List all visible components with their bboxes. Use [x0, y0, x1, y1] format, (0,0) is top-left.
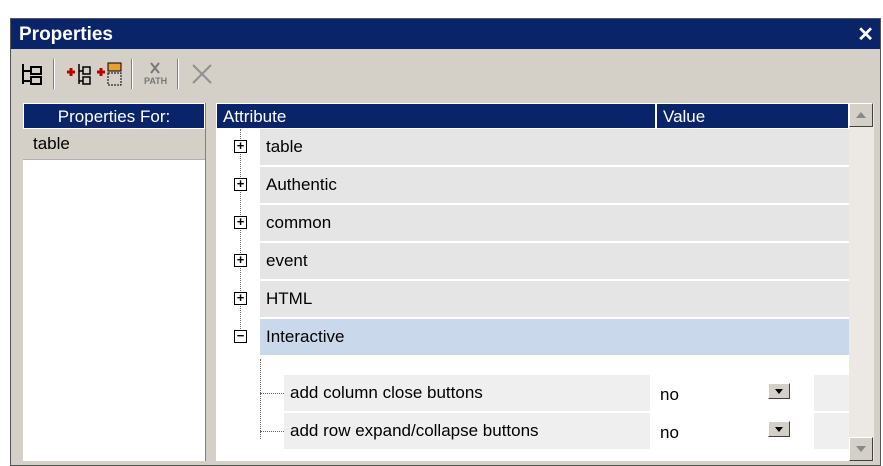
- property-row[interactable]: add column close buttons no: [284, 375, 849, 411]
- expand-icon[interactable]: +: [234, 215, 247, 229]
- tree-connector: [260, 393, 284, 394]
- group-label: Interactive: [266, 327, 345, 346]
- attribute-name: add row expand/collapse buttons: [290, 421, 539, 440]
- scroll-down-icon[interactable]: [849, 437, 873, 461]
- toolbar: PATH: [11, 49, 880, 99]
- value-column-header[interactable]: Value: [663, 107, 705, 127]
- group-row-interactive[interactable]: − Interactive: [234, 319, 849, 355]
- vertical-scrollbar[interactable]: [849, 103, 874, 461]
- group-label: HTML: [266, 289, 313, 308]
- toolbar-separator: [131, 59, 133, 89]
- group-label: event: [266, 251, 308, 270]
- svg-text:PATH: PATH: [144, 76, 167, 86]
- attribute-name: add column close buttons: [290, 383, 483, 402]
- group-row-event[interactable]: + event: [234, 243, 849, 279]
- attribute-column-header[interactable]: Attribute: [223, 107, 286, 127]
- title-bar: Properties ✕: [11, 19, 880, 49]
- tree-view-icon[interactable]: [17, 59, 47, 89]
- group-row-table[interactable]: + table: [234, 129, 849, 165]
- value-cell[interactable]: no: [654, 375, 810, 411]
- attribute-grid: Attribute Value + table + Authentic + co…: [216, 103, 849, 461]
- properties-for-header: Properties For:: [23, 103, 205, 129]
- toolbar-separator: [53, 59, 55, 89]
- row-filler: [814, 375, 849, 411]
- add-child-property-icon[interactable]: [95, 59, 125, 89]
- group-row-authentic[interactable]: + Authentic: [234, 167, 849, 203]
- properties-for-item-table[interactable]: table: [23, 129, 205, 160]
- properties-for-pane: Properties For: table: [23, 103, 206, 461]
- window-title: Properties: [19, 24, 113, 45]
- row-filler: [814, 413, 849, 449]
- scroll-up-icon[interactable]: [849, 103, 873, 127]
- column-divider[interactable]: [655, 104, 657, 128]
- properties-window: Properties ✕ PATH Properties For: table …: [10, 18, 881, 466]
- grid-header: Attribute Value: [216, 103, 849, 129]
- value-text: no: [660, 423, 679, 442]
- collapse-icon[interactable]: −: [234, 329, 247, 343]
- group-row-html[interactable]: + HTML: [234, 281, 849, 317]
- dropdown-arrow-icon[interactable]: [768, 383, 790, 399]
- value-cell[interactable]: no: [654, 413, 810, 449]
- value-text: no: [660, 385, 679, 404]
- toolbar-separator: [177, 59, 179, 89]
- close-icon[interactable]: ✕: [857, 22, 874, 47]
- expand-icon[interactable]: +: [234, 253, 247, 267]
- group-label: common: [266, 213, 332, 232]
- group-row-common[interactable]: + common: [234, 205, 849, 241]
- xpath-icon[interactable]: PATH: [141, 59, 171, 89]
- tree-connector: [260, 431, 284, 432]
- attribute-cell: add row expand/collapse buttons: [284, 413, 650, 449]
- group-label: Authentic: [266, 175, 337, 194]
- add-property-icon[interactable]: [63, 59, 93, 89]
- dropdown-arrow-icon[interactable]: [768, 421, 790, 437]
- property-row[interactable]: add row expand/collapse buttons no: [284, 413, 849, 449]
- delete-icon[interactable]: [187, 59, 217, 89]
- expand-icon[interactable]: +: [234, 177, 247, 191]
- expand-icon[interactable]: +: [234, 291, 247, 305]
- content-area: Properties For: table Attribute Value + …: [11, 99, 880, 465]
- attribute-cell: add column close buttons: [284, 375, 650, 411]
- group-label: table: [266, 137, 303, 156]
- expand-icon[interactable]: +: [234, 139, 247, 153]
- tree-connector: [260, 359, 261, 439]
- tree-connector: [240, 129, 241, 339]
